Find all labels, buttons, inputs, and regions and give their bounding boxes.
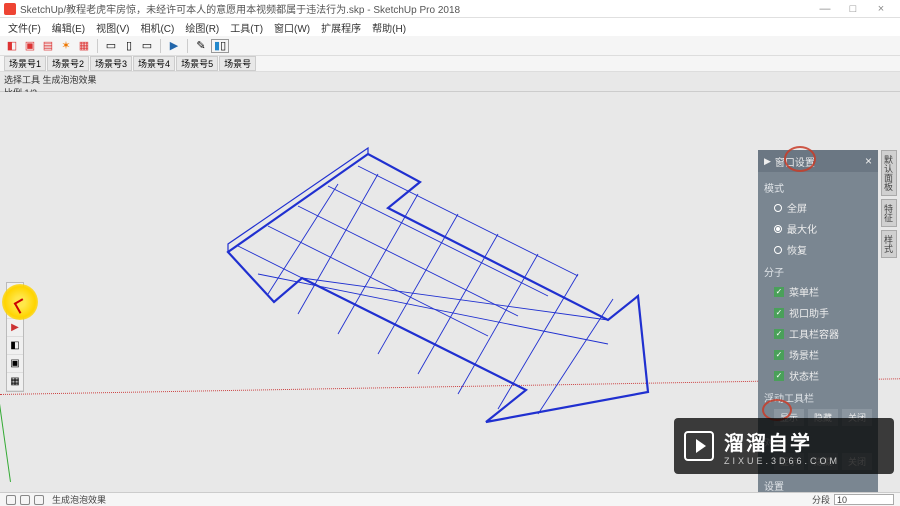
viewport[interactable]: ● ◐ ▶ ◧ ▣ ▦ 默认面板 特征 样式 ▶ 窗口设置 × 模式 全屏 最大… — [0, 92, 900, 492]
mode-label: 模式 — [764, 180, 872, 195]
main-toolbar: ◧ ▣ ▤ ✶ ▦ ▭ ▯ ▭ ▶ ✎ ▮▯ — [0, 36, 900, 56]
watermark-url: ZIXUE.3D66.COM — [724, 456, 840, 466]
menu-window[interactable]: 窗口(W) — [270, 20, 314, 35]
panel-header[interactable]: ▶ 窗口设置 × — [758, 150, 878, 172]
watermark-title: 溜溜自学 — [724, 427, 840, 456]
lt-tool-1-icon[interactable]: ● — [7, 283, 23, 301]
toolbar-separator — [160, 39, 161, 53]
lt-tool-5-icon[interactable]: ▣ — [7, 355, 23, 373]
tray-tab[interactable]: 样式 — [881, 230, 897, 258]
scene-tab[interactable]: 场景号 — [219, 56, 256, 71]
left-floating-toolbar: ● ◐ ▶ ◧ ▣ ▦ — [6, 282, 24, 392]
tool-b-icon[interactable]: ▯ — [121, 38, 137, 54]
minimize-button[interactable]: — — [818, 2, 832, 16]
right-trays: 默认面板 特征 样式 — [881, 150, 897, 258]
label-text: 浮动工具栏 — [764, 394, 814, 405]
window-controls: — □ × — [818, 2, 896, 16]
tool-grid-icon[interactable]: ▦ — [76, 38, 92, 54]
tool-toggle-group[interactable]: ▮▯ — [211, 39, 229, 53]
option-label: 工具栏容器 — [789, 326, 839, 341]
menu-edit[interactable]: 编辑(E) — [48, 20, 89, 35]
mode-maximize-option[interactable]: 最大化 — [764, 218, 872, 239]
option-label: 场景栏 — [789, 347, 819, 362]
tool-open-icon[interactable]: ▣ — [22, 38, 38, 54]
option-label: 最大化 — [787, 221, 817, 236]
tool-status-line1: 选择工具 生成泡泡效果 — [4, 73, 896, 86]
measurement-input[interactable]: 10 — [834, 494, 894, 505]
app-logo-icon — [4, 3, 16, 15]
menu-help[interactable]: 帮助(H) — [368, 20, 410, 35]
measurement-area: 分段 10 — [812, 493, 894, 506]
tray-tab[interactable]: 特征 — [881, 199, 897, 227]
option-label: 视口助手 — [789, 305, 829, 320]
option-label: 状态栏 — [789, 368, 819, 383]
tool-line-icon[interactable]: ✎ — [193, 38, 209, 54]
tray-tab[interactable]: 默认面板 — [881, 150, 897, 196]
status-icon-3[interactable] — [34, 495, 44, 505]
chk-statusbar[interactable]: ✓状态栏 — [764, 365, 872, 386]
model-arrow-shape[interactable] — [168, 144, 658, 434]
scene-tab[interactable]: 场景号3 — [90, 56, 132, 71]
measure-label: 分段 — [812, 493, 830, 506]
settings-label: 设置 — [764, 478, 872, 492]
lt-tool-4-icon[interactable]: ◧ — [7, 337, 23, 355]
tool-status: 选择工具 生成泡泡效果 比例 1/2 — [0, 72, 900, 92]
panel-title: 窗口设置 — [775, 154, 865, 169]
chk-scenebar[interactable]: ✓场景栏 — [764, 344, 872, 365]
lt-tool-6-icon[interactable]: ▦ — [7, 373, 23, 391]
status-message: 生成泡泡效果 — [52, 493, 812, 506]
status-icon-1[interactable] — [6, 495, 16, 505]
option-label: 全屏 — [787, 200, 807, 215]
mode-fullscreen-option[interactable]: 全屏 — [764, 197, 872, 218]
watermark: 溜溜自学 ZIXUE.3D66.COM — [674, 418, 894, 474]
collapse-arrow-icon[interactable]: ▶ — [764, 156, 771, 167]
menu-tools[interactable]: 工具(T) — [226, 20, 267, 35]
scene-tab[interactable]: 场景号1 — [4, 56, 46, 71]
molecule-label: 分子 — [764, 264, 872, 279]
lt-tool-3-icon[interactable]: ▶ — [7, 319, 23, 337]
lt-tool-2-icon[interactable]: ◐ — [7, 301, 23, 319]
floating-toolbar-label: 浮动工具栏 — [764, 390, 872, 405]
menu-extensions[interactable]: 扩展程序 — [317, 20, 365, 35]
play-icon — [684, 431, 714, 461]
menu-bar: 文件(F) 编辑(E) 视图(V) 相机(C) 绘图(R) 工具(T) 窗口(W… — [0, 18, 900, 36]
mode-restore-option[interactable]: 恢复 — [764, 239, 872, 260]
tool-c-icon[interactable]: ▭ — [139, 38, 155, 54]
maximize-button[interactable]: □ — [846, 2, 860, 16]
tool-settings-icon[interactable]: ✶ — [58, 38, 74, 54]
option-label: 菜单栏 — [789, 284, 819, 299]
chk-viewhelper[interactable]: ✓视口助手 — [764, 302, 872, 323]
scene-tab[interactable]: 场景号5 — [176, 56, 218, 71]
title-bar: SketchUp/教程老虎牢房惊，未经许可本人的意愿用本视频都属于违法行为.sk… — [0, 0, 900, 18]
option-label: 恢复 — [787, 242, 807, 257]
close-button[interactable]: × — [874, 2, 888, 16]
window-title: SketchUp/教程老虎牢房惊，未经许可本人的意愿用本视频都属于违法行为.sk… — [20, 1, 818, 16]
menu-camera[interactable]: 相机(C) — [136, 20, 178, 35]
scene-tab[interactable]: 场景号4 — [133, 56, 175, 71]
chk-menubar[interactable]: ✓菜单栏 — [764, 281, 872, 302]
menu-file[interactable]: 文件(F) — [4, 20, 45, 35]
tool-a-icon[interactable]: ▭ — [103, 38, 119, 54]
scene-tab[interactable]: 场景号2 — [47, 56, 89, 71]
tool-play-icon[interactable]: ▶ — [166, 38, 182, 54]
tool-new-icon[interactable]: ◧ — [4, 38, 20, 54]
tool-save-icon[interactable]: ▤ — [40, 38, 56, 54]
scene-tabs: 场景号1 场景号2 场景号3 场景号4 场景号5 场景号 — [0, 56, 900, 72]
chk-toolbar-container[interactable]: ✓工具栏容器 — [764, 323, 872, 344]
toolbar-separator — [97, 39, 98, 53]
status-icons — [6, 495, 44, 505]
status-icon-2[interactable] — [20, 495, 30, 505]
toolbar-separator — [187, 39, 188, 53]
menu-draw[interactable]: 绘图(R) — [181, 20, 223, 35]
status-bar: 生成泡泡效果 分段 10 — [0, 492, 900, 506]
panel-close-button[interactable]: × — [865, 154, 872, 168]
menu-view[interactable]: 视图(V) — [92, 20, 133, 35]
